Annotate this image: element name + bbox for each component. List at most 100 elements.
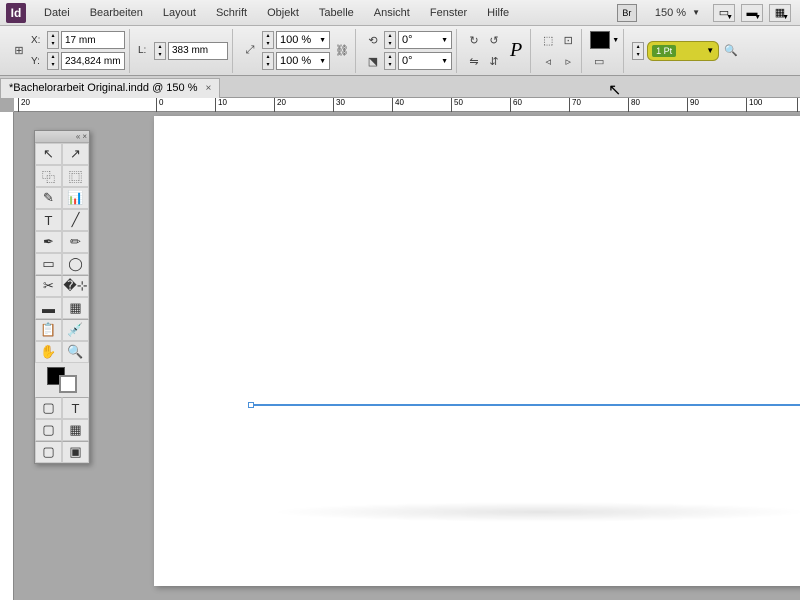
control-bar: ⊞ X: ▴▾ Y: ▴▾ L: ▴▾ ⤢ ▴▾ 100 %▼ (0, 26, 800, 76)
arrange-button[interactable]: ▬▼ (741, 4, 763, 22)
stroke-style-icon[interactable]: ▭ (590, 52, 608, 70)
stroke-weight-spinner[interactable]: ▴▾ (632, 42, 644, 60)
menu-schrift[interactable]: Schrift (206, 3, 257, 23)
type-tool[interactable]: 📊 (62, 187, 89, 209)
workspace-button[interactable]: ▦▼ (769, 4, 791, 22)
reference-point-icon[interactable]: ⊞ (10, 42, 28, 60)
menu-fenster[interactable]: Fenster (420, 3, 477, 23)
chevron-down-icon: ▼ (692, 8, 700, 17)
canvas[interactable]: « × ↖ ↗ ⿻ ⿴ ✎ 📊 T ╱ ✒ ✏ ▭ ◯ ✂ �⊹ ▬ ▦ 📋 (14, 112, 800, 600)
menu-bar: Id Datei Bearbeiten Layout Schrift Objek… (0, 0, 800, 26)
bridge-button[interactable]: Br (617, 4, 637, 22)
ruler-tick: 30 (333, 98, 345, 112)
smooth-tool[interactable]: ✏ (62, 231, 89, 253)
rectangle-tool[interactable]: ▭ (35, 253, 62, 275)
preview-view-tool[interactable]: ▣ (62, 441, 89, 463)
select-prev-icon[interactable]: ◃ (539, 52, 557, 70)
pencil-tool[interactable]: ✒ (35, 231, 62, 253)
selection-tool[interactable]: ↖ (35, 143, 62, 165)
ruler-tick: 80 (628, 98, 640, 112)
scale-icon: ⤢ (241, 42, 259, 60)
link-scale-icon[interactable]: ⛓ (333, 42, 351, 60)
zoom-tool[interactable]: 🔍 (62, 341, 89, 363)
y-input[interactable] (61, 52, 125, 70)
ruler-tick: 50 (451, 98, 463, 112)
menu-datei[interactable]: Datei (34, 3, 80, 23)
tools-panel: « × ↖ ↗ ⿻ ⿴ ✎ 📊 T ╱ ✒ ✏ ▭ ◯ ✂ �⊹ ▬ ▦ 📋 (34, 130, 90, 464)
direct-selection-tool[interactable]: ↗ (62, 143, 89, 165)
format-container-tool[interactable]: ▢ (35, 397, 62, 419)
menu-layout[interactable]: Layout (153, 3, 206, 23)
selection-handle[interactable] (248, 402, 254, 408)
l-input[interactable] (168, 42, 228, 60)
select-container-icon[interactable]: ⬚ (539, 31, 557, 49)
paragraph-icon: P (506, 39, 526, 62)
ellipse-tool[interactable]: ◯ (62, 253, 89, 275)
scissors-tool[interactable]: ✂ (35, 275, 62, 297)
rotate-cw-icon[interactable]: ↻ (465, 31, 483, 49)
gap-tool[interactable]: ⿴ (62, 165, 89, 187)
hand-tool[interactable]: ✋ (35, 341, 62, 363)
rotate-spinner[interactable]: ▴▾ (384, 31, 396, 49)
close-tab-icon[interactable]: × (206, 83, 212, 94)
stroke-color[interactable] (59, 375, 77, 393)
ruler-tick: 10 (215, 98, 227, 112)
vertical-ruler[interactable] (0, 112, 14, 600)
horizontal-ruler[interactable]: 20 0 10 20 30 40 50 60 70 80 90 100 110 (14, 98, 800, 112)
menu-hilfe[interactable]: Hilfe (477, 3, 519, 23)
rotate-dropdown[interactable]: 0°▼ (398, 31, 452, 49)
collapse-icon[interactable]: « (76, 132, 80, 141)
x-label: X: (31, 35, 45, 46)
note-tool[interactable]: 📋 (35, 319, 62, 341)
app-logo: Id (6, 3, 26, 23)
document-tab[interactable]: *Bachelorarbeit Original.indd @ 150 % × (0, 78, 220, 98)
l-spinner[interactable]: ▴▾ (154, 42, 166, 60)
format-text-tool[interactable]: T (62, 397, 89, 419)
x-input[interactable] (61, 31, 125, 49)
y-spinner[interactable]: ▴▾ (47, 52, 59, 70)
select-content-icon[interactable]: ⊡ (559, 31, 577, 49)
chevron-down-icon: ▼ (706, 46, 714, 55)
select-next-icon[interactable]: ▹ (559, 52, 577, 70)
tools-panel-header[interactable]: « × (35, 131, 89, 143)
shadow-decoration (270, 502, 800, 522)
x-spinner[interactable]: ▴▾ (47, 31, 59, 49)
selected-line-object[interactable] (250, 404, 800, 406)
page-tool[interactable]: ⿻ (35, 165, 62, 187)
pen-tool[interactable]: ✎ (35, 187, 62, 209)
close-icon[interactable]: × (82, 132, 87, 141)
scaley-spinner[interactable]: ▴▾ (262, 52, 274, 70)
gradient-feather-tool[interactable]: ▦ (62, 297, 89, 319)
flip-h-icon[interactable]: ⇋ (465, 52, 483, 70)
y-label: Y: (31, 56, 45, 67)
fill-chevron-icon[interactable]: ▼ (612, 37, 619, 44)
fill-stroke-swatch[interactable] (47, 367, 77, 393)
quick-apply-icon[interactable]: 🔍 (722, 42, 740, 60)
menu-ansicht[interactable]: Ansicht (364, 3, 420, 23)
scale-x-dropdown[interactable]: 100 %▼ (276, 31, 330, 49)
apply-none-tool[interactable]: ▢ (35, 419, 62, 441)
menu-bearbeiten[interactable]: Bearbeiten (80, 3, 153, 23)
apply-gradient-tool[interactable]: ▦ (62, 419, 89, 441)
gradient-tool[interactable]: ▬ (35, 297, 62, 319)
shear-dropdown[interactable]: 0°▼ (398, 52, 452, 70)
menu-tabelle[interactable]: Tabelle (309, 3, 364, 23)
screen-mode-button[interactable]: ▭▼ (713, 4, 735, 22)
rotate-ccw-icon[interactable]: ↺ (485, 31, 503, 49)
ruler-tick: 20 (18, 98, 30, 112)
menu-objekt[interactable]: Objekt (257, 3, 309, 23)
scale-y-dropdown[interactable]: 100 %▼ (276, 52, 330, 70)
shear-spinner[interactable]: ▴▾ (384, 52, 396, 70)
transform-tool[interactable]: �⊹ (62, 275, 89, 297)
flip-v-icon[interactable]: ⇵ (485, 52, 503, 70)
fill-swatch[interactable] (590, 31, 610, 49)
zoom-level-dropdown[interactable]: 150 % ▼ (649, 5, 706, 21)
workspace: 20 0 10 20 30 40 50 60 70 80 90 100 110 … (0, 98, 800, 600)
normal-view-tool[interactable]: ▢ (35, 441, 62, 463)
scalex-spinner[interactable]: ▴▾ (262, 31, 274, 49)
stroke-weight-dropdown[interactable]: 1 Pt ▼ (647, 41, 719, 61)
text-tool[interactable]: T (35, 209, 62, 231)
ruler-tick: 60 (510, 98, 522, 112)
line-tool[interactable]: ╱ (62, 209, 89, 231)
eyedropper-tool[interactable]: 💉 (62, 319, 89, 341)
